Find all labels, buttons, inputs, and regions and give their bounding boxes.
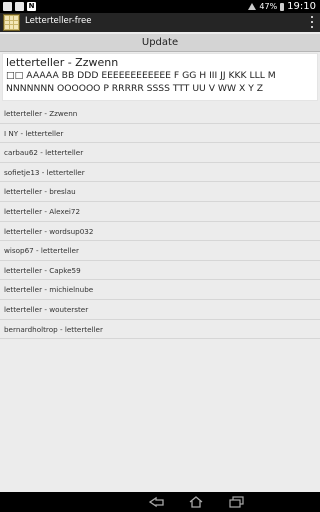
list-item[interactable]: bernardholtrop - letterteller (0, 320, 320, 340)
notification-icons: N (3, 1, 36, 12)
app-icon[interactable] (3, 14, 20, 31)
games-list: letterteller - Zzwenn I NY - lettertelle… (0, 104, 320, 340)
list-item[interactable]: letterteller - Zzwenn (0, 104, 320, 124)
battery-icon (280, 2, 285, 11)
image-notification-icon (3, 2, 12, 11)
navigation-bar (0, 492, 320, 512)
recent-apps-icon[interactable] (227, 496, 247, 508)
status-bar: N 47% 19:10 (0, 0, 320, 13)
battery-percent: 47% (259, 2, 278, 11)
list-item[interactable]: letterteller - wordsup032 (0, 222, 320, 242)
list-item[interactable]: carbau62 - letterteller (0, 143, 320, 163)
list-item[interactable]: letterteller - Alexei72 (0, 202, 320, 222)
back-icon[interactable] (147, 496, 167, 508)
list-item[interactable]: letterteller - michielnube (0, 280, 320, 300)
download-notification-icon (15, 2, 24, 11)
list-item[interactable]: I NY - letterteller (0, 124, 320, 144)
letter-counts: □□ AAAAA BB DDD EEEEEEEEEEEE F GG H III … (6, 70, 276, 94)
update-button[interactable]: Update (0, 34, 320, 52)
list-item[interactable]: letterteller - breslau (0, 182, 320, 202)
n-notification-icon: N (27, 2, 36, 11)
signal-icon (248, 3, 257, 10)
clock: 19:10 (287, 1, 316, 12)
action-bar: Letterteller-free (0, 13, 320, 32)
app-title: Letterteller-free (25, 16, 92, 26)
overflow-menu-icon[interactable] (311, 16, 314, 28)
list-item[interactable]: sofietje13 - letterteller (0, 163, 320, 183)
list-item[interactable]: wisop67 - letterteller (0, 241, 320, 261)
current-game-card: letterteller - Zzwenn □□ AAAAA BB DDD EE… (2, 53, 318, 101)
list-item[interactable]: letterteller - Capke59 (0, 261, 320, 281)
home-icon[interactable] (186, 496, 206, 508)
current-game-title: letterteller - Zzwenn (6, 56, 119, 69)
system-status: 47% 19:10 (248, 0, 316, 13)
list-item[interactable]: letterteller - wouterster (0, 300, 320, 320)
